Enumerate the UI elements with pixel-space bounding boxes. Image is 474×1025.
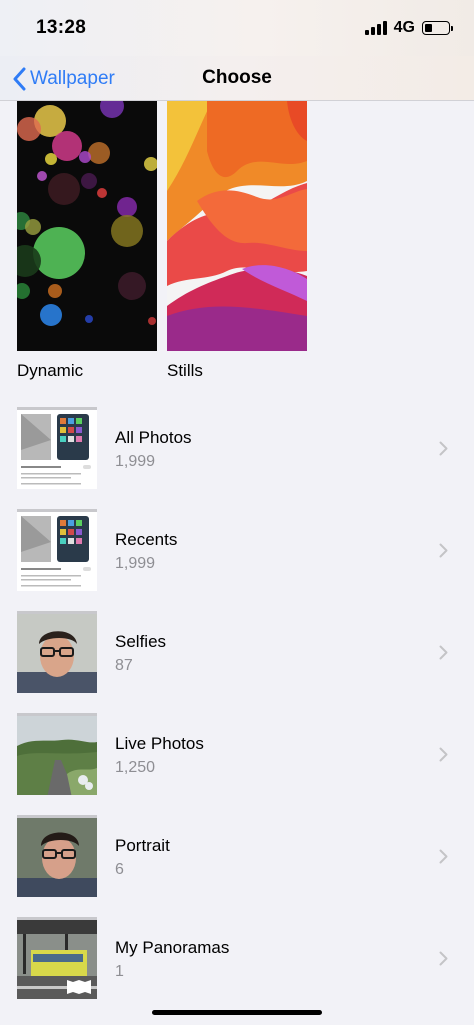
album-live-photos[interactable]: Live Photos 1,250	[0, 703, 474, 805]
album-recents[interactable]: Recents 1,999	[0, 499, 474, 601]
chevron-right-icon	[439, 849, 448, 864]
album-thumbnail	[17, 509, 97, 591]
chevron-right-icon	[439, 645, 448, 660]
status-indicators: 4G	[364, 19, 453, 37]
album-thumbnail	[17, 407, 97, 489]
album-list: All Photos 1,999 Recents 1,999 Selfies 8…	[0, 397, 474, 1009]
stills-wallpaper-thumbnail	[167, 101, 307, 351]
network-type: 4G	[393, 19, 415, 36]
status-bar: 13:28 4G	[0, 0, 474, 56]
album-name: Live Photos	[115, 734, 204, 753]
album-text: Live Photos 1,250	[115, 734, 204, 777]
album-my-panoramas[interactable]: My Panoramas 1	[0, 907, 474, 1009]
album-selfies[interactable]: Selfies 87	[0, 601, 474, 703]
chevron-right-icon	[439, 441, 448, 456]
battery-icon	[422, 21, 453, 35]
chevron-right-icon	[439, 543, 448, 558]
album-count: 87	[115, 657, 133, 674]
category-stills[interactable]: Stills	[167, 101, 307, 381]
album-thumbnail	[17, 815, 97, 897]
wallpaper-categories: Dynamic Stills	[17, 101, 307, 381]
battery-level	[425, 24, 432, 32]
dynamic-wallpaper-thumbnail	[17, 101, 157, 351]
album-name: Portrait	[115, 836, 170, 855]
page-title: Choose	[202, 67, 272, 88]
back-button-label: Wallpaper	[30, 67, 115, 89]
album-name: My Panoramas	[115, 938, 230, 957]
album-text: All Photos 1,999	[115, 428, 192, 471]
back-button[interactable]: Wallpaper	[12, 56, 115, 101]
category-label: Stills	[167, 361, 203, 380]
album-text: Portrait 6	[115, 836, 170, 879]
album-count: 1	[115, 963, 124, 980]
album-count: 1,999	[115, 453, 156, 470]
status-time: 13:28	[36, 17, 87, 38]
album-text: Recents 1,999	[115, 530, 177, 573]
album-thumbnail	[17, 713, 97, 795]
category-dynamic[interactable]: Dynamic	[17, 101, 157, 381]
album-count: 6	[115, 861, 124, 878]
chevron-left-icon	[13, 67, 26, 90]
album-all-photos[interactable]: All Photos 1,999	[0, 397, 474, 499]
album-name: Selfies	[115, 632, 167, 651]
album-portrait[interactable]: Portrait 6	[0, 805, 474, 907]
home-indicator[interactable]	[152, 1010, 322, 1015]
navigation-bar: Wallpaper Choose	[0, 56, 474, 101]
album-count: 1,250	[115, 759, 156, 776]
category-label: Dynamic	[17, 361, 84, 380]
cellular-signal-icon	[364, 21, 387, 35]
chevron-right-icon	[439, 951, 448, 966]
album-count: 1,999	[115, 555, 156, 572]
album-name: All Photos	[115, 428, 192, 447]
album-text: Selfies 87	[115, 632, 166, 675]
album-thumbnail	[17, 611, 97, 693]
album-name: Recents	[115, 530, 178, 549]
album-thumbnail	[17, 917, 97, 999]
chevron-right-icon	[439, 747, 448, 762]
album-text: My Panoramas 1	[115, 938, 229, 981]
